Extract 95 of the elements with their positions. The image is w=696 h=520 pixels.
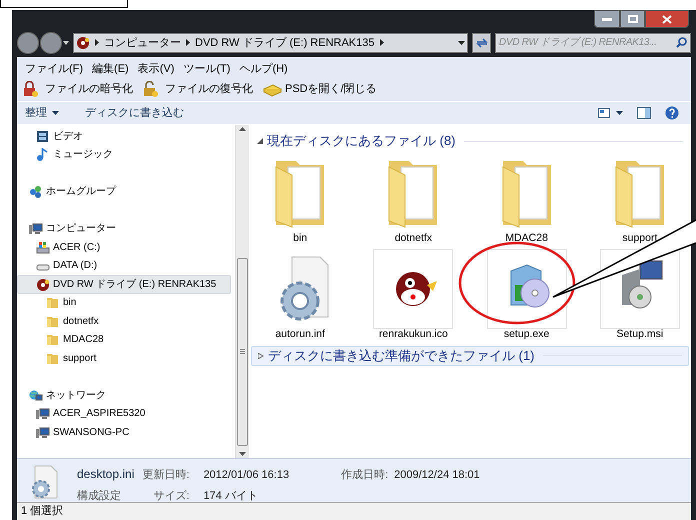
computer-icon [36,426,50,439]
field-label: 更新日時: [142,468,190,483]
minimize-icon [602,17,612,21]
field-value: 2012/01/06 16:13 [203,468,290,483]
toolbar-button[interactable]: PSDを開く/閉じる [263,80,377,98]
file-name[interactable]: Setup.msi [616,326,664,342]
tree-item[interactable]: MDAC28 [17,330,231,349]
toolbar-button[interactable]: ファイルの復号化 [143,80,253,98]
down-arrow-icon [239,452,246,456]
tree-item[interactable]: ACER_ASPIRE5320 [17,404,231,423]
file-name[interactable]: bin [293,231,308,247]
tree-item[interactable]: dotnetfx [17,312,231,330]
toolbar-button[interactable]: ファイルの暗号化 [23,80,133,98]
tree-item[interactable]: bin [17,294,231,312]
refresh-button[interactable] [472,32,492,53]
command-button[interactable]: ディスクに書き込む [85,104,184,122]
path-segment[interactable]: コンピューター [104,34,181,52]
tree-item[interactable]: ホームグループ [17,182,231,201]
pane-icon [637,107,651,119]
group-header[interactable]: 現在ディスクにあるファイル (8) [251,131,689,151]
people-icon [29,185,43,198]
file-name: desktop.ini [77,466,134,483]
file-name[interactable]: setup.exe [504,326,550,342]
file-name[interactable]: MDAC28 [505,231,548,247]
field-value: 2009/12/24 18:01 [394,468,480,483]
chevron-icon [186,39,190,46]
search-field[interactable]: DVD RW ドライブ (E:) RENRAK13... [495,32,691,53]
tree-item[interactable]: ビデオ [17,127,231,146]
folder-icon [46,314,60,328]
disc-icon [36,278,50,291]
menu-item[interactable]: ツール(T) [183,60,230,78]
field-label: サイズ: [153,488,190,504]
forward-button[interactable] [40,32,62,54]
path-segment[interactable]: DVD RW ドライブ (E:) RENRAK135 [195,34,374,52]
drive-icon [36,240,50,254]
film-icon [36,130,50,143]
scrollbar[interactable] [235,125,249,458]
chevron-icon [95,39,99,46]
help-button[interactable] [665,106,679,120]
disc-icon [76,36,90,50]
tree-item[interactable]: support [17,349,231,368]
maximize-button[interactable] [620,10,645,28]
folder-icon [46,296,60,310]
search-icon [676,37,687,48]
file-type: 構成設定 [77,488,121,504]
close-icon [662,14,672,24]
expanded-arrow-icon [257,138,263,144]
caret-icon [63,40,69,45]
computer-icon [36,407,50,420]
music-note-icon [36,148,50,162]
file-name[interactable]: renrakukun.ico [378,326,448,342]
address-bar[interactable]: コンピューター DVD RW ドライブ (E:) RENRAK135 [73,32,468,53]
tree-item[interactable]: DVD RW ドライブ (E:) RENRAK135 [17,275,231,294]
refresh-icon [476,38,488,48]
minimize-button[interactable] [594,10,620,28]
field-label: 作成日時: [341,468,388,483]
help-icon [665,106,679,120]
view-icon [598,108,610,118]
tree-item[interactable]: ミュージック [17,146,231,164]
menu-item[interactable]: 編集(E) [92,60,129,78]
preview-pane-button[interactable] [637,107,651,119]
view-button[interactable] [598,108,623,118]
caret-icon [52,111,59,115]
file-name[interactable]: support [622,231,658,247]
dropdown-caret-icon [458,40,466,45]
settings-file-icon [29,465,59,499]
file-name[interactable]: autorun.inf [275,326,325,342]
caret-icon [616,111,623,115]
chevron-icon [380,39,384,46]
folder-icon [46,333,60,346]
group-header[interactable]: ディスクに書き込む準備ができたファイル (1) [251,346,689,366]
menu-item[interactable]: 表示(V) [138,60,174,78]
tree-item[interactable]: ネットワーク [17,386,231,404]
menu-item[interactable]: ヘルプ(H) [239,60,288,78]
command-button[interactable]: 整理 [25,104,59,122]
scrollbar-thumb[interactable] [237,258,248,446]
close-button[interactable] [645,10,689,28]
field-value: 174 バイト [203,488,259,504]
tree-item[interactable]: ACER (C:) [17,238,231,256]
back-button[interactable] [17,32,39,54]
tree-item[interactable]: DATA (D:) [17,256,231,275]
tree-item[interactable]: SWANSONG-PC [17,423,231,442]
group-title: ディスクに書き込む準備ができたファイル (1) [268,346,534,365]
globe-icon [29,388,43,402]
grip-icon [240,349,245,354]
up-arrow-icon [239,127,246,131]
computer-icon [29,222,43,236]
collapsed-arrow-icon [258,352,264,358]
folder-icon [46,352,60,365]
group-title: 現在ディスクにあるファイル (8) [267,132,456,150]
menu-item[interactable]: ファイル(F) [25,60,84,78]
status-text: 1 個選択 [21,504,64,520]
file-name[interactable]: dotnetfx [394,231,432,247]
maximize-icon [628,15,638,23]
tree-item[interactable]: コンピューター [17,220,231,238]
